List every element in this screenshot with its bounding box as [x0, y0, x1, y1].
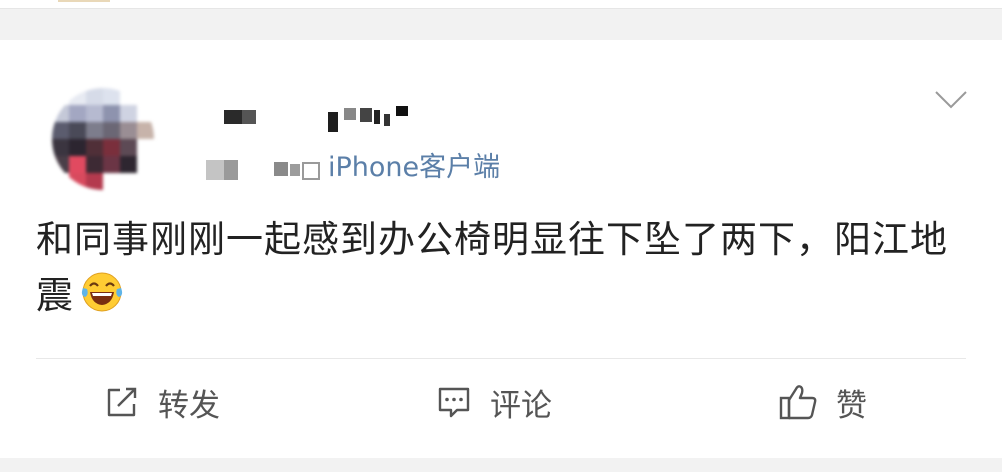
card-separator [0, 458, 1002, 472]
post-source-link[interactable]: iPhone客户端 [328, 150, 500, 186]
previous-card-accent [58, 0, 110, 2]
username-redacted[interactable] [220, 106, 420, 132]
repost-button[interactable]: 转发 [104, 382, 220, 424]
post-text: 和同事刚刚一起感到办公椅明显往下坠了两下，阳江地震 [36, 218, 948, 317]
comment-icon [438, 387, 470, 418]
avatar[interactable] [52, 88, 154, 190]
divider [36, 358, 966, 359]
like-button[interactable]: 赞 [778, 382, 867, 424]
post-body: 和同事刚刚一起感到办公椅明显往下坠了两下，阳江地震 [36, 212, 966, 324]
chevron-down-icon[interactable] [934, 88, 968, 112]
comment-label: 评论 [490, 387, 552, 424]
thumbs-up-icon [779, 385, 817, 420]
comment-button[interactable]: 评论 [436, 382, 552, 424]
repost-label: 转发 [158, 387, 220, 424]
weibo-post-card[interactable]: iPhone客户端 和同事刚刚一起感到办公椅明显往下坠了两下，阳江地震 转发 评… [0, 40, 1002, 458]
like-label: 赞 [836, 387, 867, 424]
previous-card-edge [0, 0, 1002, 9]
repost-icon [107, 387, 137, 417]
laughing-with-tears-emoji [81, 272, 123, 312]
